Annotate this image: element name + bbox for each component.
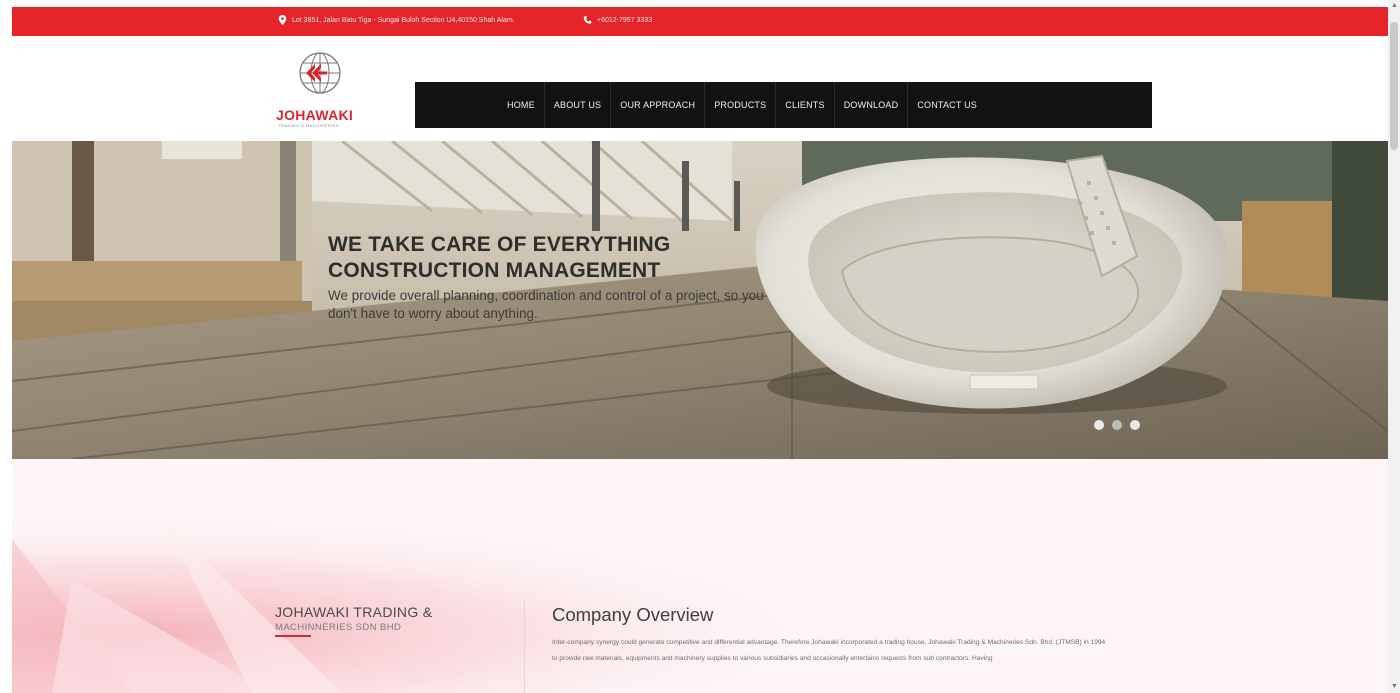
main-navigation: HOME ABOUT US OUR APPROACH PRODUCTS CLIE…	[415, 82, 1152, 128]
hero-title-line-1: WE TAKE CARE OF EVERYTHING	[328, 233, 671, 256]
title-accent-line	[275, 635, 311, 637]
logo-tagline: TRADING & MACHINERIES	[278, 123, 340, 128]
logo-wordmark: JOHAWAKI	[276, 107, 354, 123]
overview-body: Inter-company synergy could generate com…	[552, 639, 1106, 662]
hero-title: WE TAKE CARE OF EVERYTHING CONSTRUCTION …	[328, 232, 670, 284]
nav-products[interactable]: PRODUCTS	[705, 82, 777, 128]
browser-viewport: Lot 3851, Jalan Batu Tiga - Sungai Buloh…	[12, 7, 1388, 693]
slider-dot-3[interactable]	[1130, 420, 1140, 430]
company-name: JOHAWAKI TRADING &	[275, 604, 433, 620]
nav-about-us[interactable]: ABOUT US	[545, 82, 612, 128]
company-name-sub: MACHINNERIES SDN BHD	[275, 622, 402, 633]
hero-description: We provide overall planning, coordinatio…	[328, 288, 764, 321]
site-logo[interactable]: JOHAWAKI TRADING & MACHINERIES	[276, 49, 386, 135]
scrollbar-thumb[interactable]	[1390, 22, 1398, 150]
nav-contact-us[interactable]: CONTACT US	[908, 82, 986, 128]
slider-dots	[1094, 420, 1140, 430]
slider-dot-1[interactable]	[1094, 420, 1104, 430]
globe-logo-icon	[299, 52, 341, 94]
vertical-scrollbar[interactable]: ▲ ▼	[1388, 0, 1400, 693]
slider-dot-2[interactable]	[1112, 420, 1122, 430]
nav-clients[interactable]: CLIENTS	[776, 82, 835, 128]
phone-icon	[583, 16, 592, 24]
address-info: Lot 3851, Jalan Batu Tiga - Sungai Buloh…	[278, 15, 515, 25]
overview-title: Company Overview	[552, 604, 714, 625]
hero-title-line-2: CONSTRUCTION MANAGEMENT	[328, 259, 661, 282]
nav-home[interactable]: HOME	[498, 82, 545, 128]
hero-slider: WE TAKE CARE OF EVERYTHING CONSTRUCTION …	[12, 141, 1388, 459]
phone-info: +6012-7997 3333	[583, 15, 652, 25]
scroll-down-arrow-icon[interactable]: ▼	[1391, 683, 1398, 691]
company-overview-section: JOHAWAKI TRADING & MACHINNERIES SDN BHD …	[12, 459, 1388, 693]
nav-our-approach[interactable]: OUR APPROACH	[611, 82, 706, 128]
top-info-bar: Lot 3851, Jalan Batu Tiga - Sungai Buloh…	[12, 7, 1388, 36]
location-pin-icon	[278, 15, 287, 25]
scroll-up-arrow-icon[interactable]: ▲	[1391, 2, 1398, 10]
phone-text: +6012-7997 3333	[597, 16, 653, 24]
nav-download[interactable]: DOWNLOAD	[835, 82, 909, 128]
section-divider	[524, 601, 525, 693]
address-text: Lot 3851, Jalan Batu Tiga - Sungai Buloh…	[292, 16, 515, 24]
